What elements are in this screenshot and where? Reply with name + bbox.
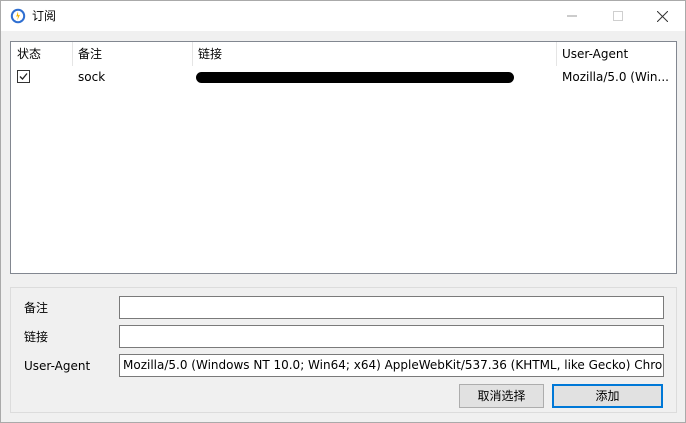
minimize-icon xyxy=(567,15,577,17)
link-redaction xyxy=(196,72,514,83)
close-button[interactable] xyxy=(639,1,685,31)
remark-label: 备注 xyxy=(24,301,49,315)
subscription-list[interactable]: 状态 备注 链接 User-Agent sock Mozilla/5.0 (Wi… xyxy=(10,41,677,274)
row-user-agent: Mozilla/5.0 (Win... xyxy=(562,70,669,84)
app-logo-icon xyxy=(10,8,26,24)
link-input[interactable] xyxy=(119,325,664,348)
user-agent-label: User-Agent xyxy=(24,359,91,373)
close-icon xyxy=(656,10,668,22)
row-remark: sock xyxy=(78,70,106,84)
add-button[interactable]: 添加 xyxy=(552,384,663,408)
table-row[interactable]: sock Mozilla/5.0 (Win... xyxy=(11,66,676,88)
maximize-button[interactable] xyxy=(595,1,641,31)
minimize-button[interactable] xyxy=(549,1,595,31)
window-title: 订阅 xyxy=(32,9,57,23)
maximize-icon xyxy=(613,11,623,21)
link-label: 链接 xyxy=(24,330,49,344)
status-checkbox[interactable] xyxy=(17,70,30,83)
title-bar[interactable]: 订阅 xyxy=(1,1,685,31)
column-header-remark[interactable]: 备注 xyxy=(72,42,192,66)
column-header-link[interactable]: 链接 xyxy=(192,42,556,66)
remark-input[interactable] xyxy=(119,296,664,319)
deselect-button[interactable]: 取消选择 xyxy=(459,384,544,408)
user-agent-input[interactable]: Mozilla/5.0 (Windows NT 10.0; Win64; x64… xyxy=(119,354,664,377)
column-header-status[interactable]: 状态 xyxy=(11,42,72,66)
checkmark-icon xyxy=(19,73,28,80)
list-header: 状态 备注 链接 User-Agent xyxy=(11,42,676,66)
subscription-form: 备注 链接 User-Agent Mozilla/5.0 (Windows NT… xyxy=(10,287,677,413)
column-header-user-agent[interactable]: User-Agent xyxy=(556,42,676,66)
subscription-window: 订阅 状态 备注 链接 User-Agent sock Mozilla/5.0 … xyxy=(0,0,686,423)
